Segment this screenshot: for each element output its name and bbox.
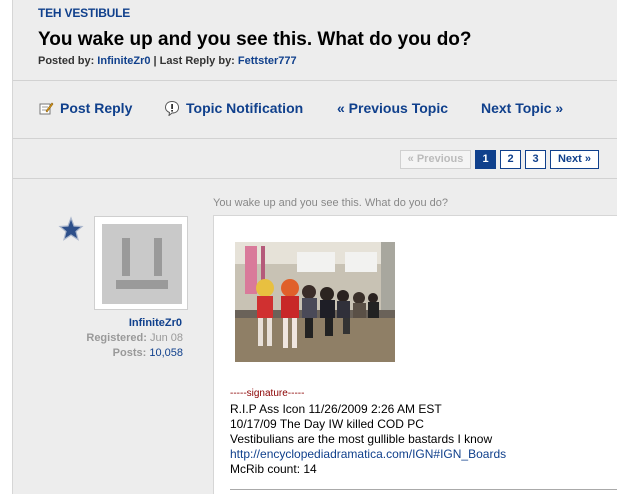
- pagination-previous: « Previous: [400, 150, 471, 169]
- post-subject: You wake up and you see this. What do yo…: [213, 197, 449, 209]
- pagination-page-current: 1: [475, 150, 496, 169]
- author-post-count: Posts: 10,058: [40, 347, 183, 359]
- user-rank-star-icon: [58, 216, 84, 242]
- post-image: [235, 242, 395, 362]
- pagination-next[interactable]: Next »: [550, 150, 599, 169]
- pagination-page-3[interactable]: 3: [525, 150, 546, 169]
- author-name-link[interactable]: InfiniteZr0: [88, 317, 182, 329]
- signature-header: -----signature-----: [230, 388, 305, 399]
- topic-notification-icon: [164, 100, 180, 117]
- topic-notification-button[interactable]: Topic Notification: [164, 100, 304, 117]
- topic-notification-label: Topic Notification: [186, 100, 304, 116]
- posts-value[interactable]: 10,058: [149, 347, 183, 359]
- topic-byline: Posted by: InfiniteZr0 | Last Reply by: …: [38, 55, 297, 67]
- avatar[interactable]: [94, 216, 188, 310]
- left-edge-bar: [0, 0, 13, 494]
- post-reply-label: Post Reply: [60, 100, 133, 116]
- forum-name-link[interactable]: TEH VESTIBULE: [38, 6, 130, 20]
- post-reply-icon: [38, 100, 54, 116]
- posts-label: Posts:: [112, 347, 147, 359]
- signature-line: 10/17/09 The Day IW killed COD PC: [230, 417, 424, 431]
- default-avatar-icon: [102, 224, 182, 304]
- pagination-page-2[interactable]: 2: [500, 150, 521, 169]
- last-reply-label: | Last Reply by:: [153, 55, 235, 67]
- registered-value: Jun 08: [149, 332, 183, 344]
- last-reply-user-link[interactable]: Fettster777: [238, 55, 297, 67]
- registered-label: Registered:: [86, 332, 147, 344]
- divider: [13, 80, 617, 81]
- signature-line: Vestibulians are the most gullible basta…: [230, 432, 493, 446]
- post-reply-button[interactable]: Post Reply: [38, 100, 132, 116]
- signature-link[interactable]: http://encyclopediadramatica.com/IGN#IGN…: [230, 447, 506, 461]
- divider: [13, 138, 617, 139]
- post-body: -----signature----- R.I.P Ass Icon 11/26…: [213, 215, 617, 494]
- author-registered: Registered: Jun 08: [40, 332, 183, 344]
- signature-line: R.I.P Ass Icon 11/26/2009 2:26 AM EST: [230, 402, 442, 416]
- signature-line: McRib count: 14: [230, 462, 317, 476]
- next-topic-link[interactable]: Next Topic »: [481, 100, 563, 116]
- posted-by-label: Posted by:: [38, 55, 95, 67]
- topic-title: You wake up and you see this. What do yo…: [38, 29, 472, 50]
- divider: [230, 489, 617, 490]
- posted-by-user-link[interactable]: InfiniteZr0: [97, 55, 150, 67]
- previous-topic-link[interactable]: « Previous Topic: [337, 100, 448, 116]
- divider: [13, 178, 617, 179]
